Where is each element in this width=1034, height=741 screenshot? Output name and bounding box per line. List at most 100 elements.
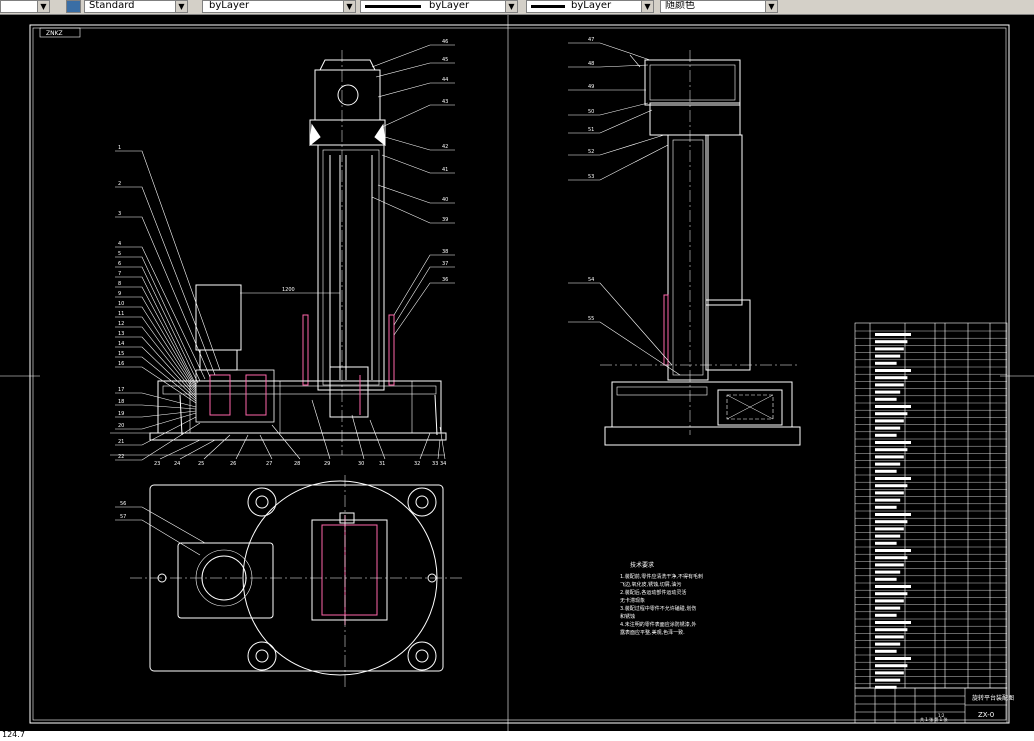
parts-list-text-block	[875, 621, 911, 624]
parts-list-text-block	[875, 570, 901, 574]
parts-list-text-block	[875, 592, 908, 596]
title-block-name: 旋转平台装配图	[972, 694, 1014, 702]
parts-list-text-block	[875, 649, 897, 653]
text-style-value: Standard	[89, 0, 135, 11]
frame-tag: ZNKZ	[46, 30, 63, 37]
callout-number: 6	[118, 261, 121, 267]
callout-number: 53	[588, 174, 594, 180]
drawing-canvas[interactable]: ZNKZ 旋转平台装配图 ZX-0 1:2 共 1 张 第 1 张 技术要求 1…	[0, 15, 1034, 731]
parts-list-text-block	[875, 606, 901, 610]
tech-line: 4.未注明的零件表面应涂防锈漆,外	[620, 621, 696, 628]
parts-list-text-block	[875, 556, 908, 560]
chevron-down-icon[interactable]: ▼	[175, 1, 187, 12]
callout-number: 24	[174, 461, 180, 467]
title-block-sheet: 共 1 张 第 1 张	[920, 716, 947, 722]
callout-number: 49	[588, 84, 594, 90]
parts-list-text-block	[875, 484, 908, 488]
parts-list-text-block	[875, 405, 911, 408]
status-bar: 124.7	[0, 730, 1034, 741]
callout-number: 36	[442, 277, 448, 283]
callout-number: 2	[118, 181, 121, 187]
parts-list-text-block	[875, 635, 904, 639]
parts-list-text-block	[875, 657, 911, 660]
callout-number: 14	[118, 341, 124, 347]
callout-number: 8	[118, 281, 121, 287]
parts-list-text-block	[875, 642, 901, 646]
linetype-dropdown[interactable]: byLayer ▼	[360, 0, 518, 13]
parts-list-text-block	[875, 491, 904, 495]
parts-list-text-block	[875, 678, 901, 682]
chevron-down-icon[interactable]: ▼	[641, 1, 653, 12]
callout-number: 32	[414, 461, 420, 467]
callout-number: 44	[442, 77, 448, 83]
callout-number: 57	[120, 514, 126, 520]
linetype-swatch	[365, 5, 421, 8]
callout-number: 28	[294, 461, 300, 467]
parts-list-text-block	[875, 505, 897, 509]
parts-list-text-block	[875, 441, 911, 444]
linetype-value: byLayer	[429, 0, 470, 11]
lineweight-swatch	[531, 5, 565, 8]
text-style-icon[interactable]	[66, 0, 81, 13]
parts-list-text-block	[875, 361, 897, 365]
callout-number: 23	[154, 461, 160, 467]
parts-list-text-block	[875, 354, 901, 358]
parts-list-text-block	[875, 577, 897, 581]
callout-number: 11	[118, 311, 124, 317]
toolbar-left-dropdown[interactable]: ▼	[0, 0, 50, 13]
parts-list-text-block	[875, 664, 908, 668]
callout-number: 5	[118, 251, 121, 257]
parts-list-text-block	[875, 685, 897, 689]
callout-number: 9	[118, 291, 121, 297]
front-bottom-leaders	[159, 399, 446, 460]
front-section-view	[110, 50, 447, 456]
parts-list-text-block	[875, 340, 908, 344]
parts-list-text-block	[875, 469, 897, 473]
plot-style-dropdown[interactable]: 随颜色 ▼	[660, 0, 778, 13]
tech-line: 和锈蚀	[620, 613, 635, 620]
callout-number: 4	[118, 241, 121, 247]
callout-number: 34	[440, 461, 446, 467]
callout-number: 16	[118, 361, 124, 367]
callout-number: 38	[442, 249, 448, 255]
tech-title: 技术要求	[630, 561, 654, 569]
callout-number: 30	[358, 461, 364, 467]
side-view	[600, 50, 801, 446]
callout-number: 55	[588, 316, 594, 322]
callout-number: 46	[442, 39, 448, 45]
callout-number: 25	[198, 461, 204, 467]
callout-number: 20	[118, 423, 124, 429]
tech-line: 露表面应平整,美观,色泽一致.	[620, 629, 685, 636]
callout-number: 45	[442, 57, 448, 63]
parts-list-text-block	[875, 462, 901, 466]
callout-number: 7	[118, 271, 121, 277]
lineweight-dropdown[interactable]: byLayer ▼	[526, 0, 654, 13]
chevron-down-icon[interactable]: ▼	[765, 1, 777, 12]
layer-dropdown[interactable]: byLayer ▼	[202, 0, 356, 13]
tech-line: 无卡滞现象	[620, 597, 645, 604]
callout-number: 39	[442, 217, 448, 223]
parts-list-text-block	[875, 585, 911, 588]
parts-list-text-block	[875, 477, 911, 480]
chevron-down-icon[interactable]: ▼	[37, 1, 49, 12]
callout-number: 12	[118, 321, 124, 327]
chevron-down-icon[interactable]: ▼	[505, 1, 517, 12]
callout-number: 29	[324, 461, 330, 467]
parts-list-text-block	[875, 599, 904, 603]
parts-list-text-block	[875, 563, 904, 567]
callout-number: 37	[442, 261, 448, 267]
callout-number: 15	[118, 351, 124, 357]
callout-number: 50	[588, 109, 594, 115]
callout-number: 19	[118, 411, 124, 417]
callout-number: 43	[442, 99, 448, 105]
tech-line: 3.装配过程中零件不允许磕碰,划伤	[620, 605, 696, 612]
parts-list-text-block	[875, 520, 908, 524]
parts-list-text-block	[875, 671, 904, 675]
title-block-code: ZX-0	[978, 711, 994, 719]
chevron-down-icon[interactable]: ▼	[343, 1, 355, 12]
coordinate-readout: 124.7	[2, 730, 25, 739]
plan-view	[115, 475, 465, 690]
side-left-leaders	[568, 42, 681, 376]
callout-number: 40	[442, 197, 448, 203]
text-style-dropdown[interactable]: Standard ▼	[84, 0, 188, 13]
